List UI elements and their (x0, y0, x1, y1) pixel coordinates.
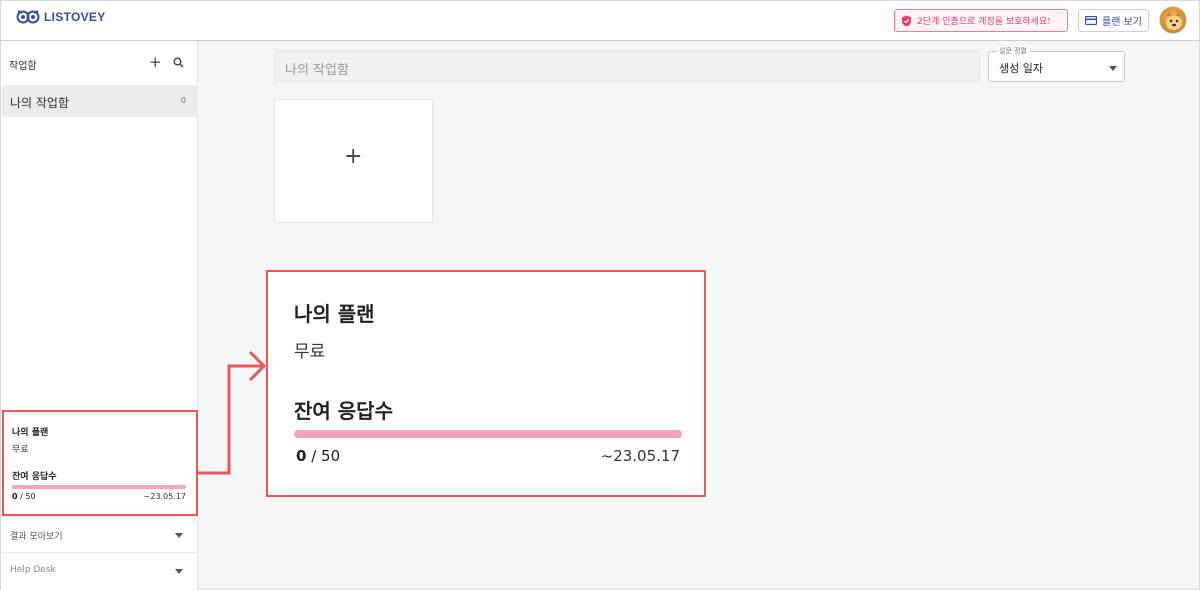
callout-title: 나의 플랜 (294, 302, 375, 326)
usage-count: 0 / 50 (12, 492, 36, 501)
two-factor-banner[interactable]: 2단계 인증으로 계정을 보호하세요! (894, 9, 1068, 32)
callout-plan-name: 무료 (294, 342, 326, 362)
callout-usage-count: 0 / 50 (296, 447, 341, 465)
owl-logo-icon (16, 10, 40, 24)
plan-card: 나의 플랜 무료 잔여 응답수 0 / 50 ~23.05.17 (2, 410, 198, 516)
usage-progress-bar (12, 485, 186, 489)
workspace-name-field[interactable]: 나의 작업함 (274, 50, 980, 82)
chevron-down-icon (175, 533, 183, 538)
user-avatar[interactable] (1159, 6, 1187, 34)
sort-value: 생성 일자 (999, 62, 1043, 75)
chevron-down-icon (1109, 66, 1117, 71)
sidebar-help-desk[interactable]: Help Desk (2, 552, 198, 588)
main-content: 나의 작업함 설문 정렬 생성 일자 + 나의 플랜 무료 잔여 응답수 0 /… (198, 41, 1200, 590)
sidebar-item-label: 나의 작업함 (10, 96, 70, 110)
sidebar-results-overview[interactable]: 결과 모아보기 (2, 516, 198, 552)
plan-expiry: ~23.05.17 (143, 492, 186, 501)
shield-icon (902, 15, 911, 26)
view-plan-label: 플랜 보기 (1102, 17, 1142, 28)
plan-card-remaining-label: 잔여 응답수 (12, 472, 57, 482)
sidebar-title: 작업함 (9, 61, 37, 72)
plan-card-zoom-callout: 나의 플랜 무료 잔여 응답수 0 / 50 ~23.05.17 (266, 270, 706, 497)
help-desk-label: Help Desk (10, 565, 56, 575)
results-overview-label: 결과 모아보기 (10, 532, 63, 542)
search-icon[interactable] (173, 57, 184, 68)
logo-text: LISTOVEY (44, 10, 106, 24)
logo[interactable]: LISTOVEY (16, 8, 106, 26)
callout-remaining-label: 잔여 응답수 (294, 399, 393, 423)
view-plan-button[interactable]: 플랜 보기 (1078, 9, 1149, 32)
two-factor-text: 2단계 인증으로 계정을 보호하세요! (917, 17, 1051, 27)
sort-select[interactable]: 설문 정렬 생성 일자 (988, 46, 1125, 82)
add-survey-card[interactable]: + (274, 99, 433, 223)
callout-expiry: ~23.05.17 (600, 447, 680, 465)
callout-usage-bar (294, 430, 682, 438)
card-icon (1085, 16, 1097, 25)
sidebar-item-count: 0 (180, 96, 186, 105)
plus-icon: + (344, 144, 363, 169)
add-folder-button[interactable]: + (149, 53, 162, 71)
sidebar-item-my-workspace[interactable]: 나의 작업함 0 (2, 85, 198, 117)
plan-card-title: 나의 플랜 (12, 428, 49, 438)
sort-label: 설문 정렬 (997, 46, 1029, 56)
workspace-name-text: 나의 작업함 (285, 63, 349, 78)
plan-card-name: 무료 (12, 445, 29, 455)
chevron-down-icon (175, 569, 183, 574)
app-header: LISTOVEY 2단계 인증으로 계정을 보호하세요! 플랜 보기 (0, 0, 1200, 41)
sidebar: 작업함 + 나의 작업함 0 나의 플랜 무료 잔여 응답수 0 / 50 ~2… (0, 41, 198, 590)
avatar-image-icon (1166, 11, 1182, 30)
